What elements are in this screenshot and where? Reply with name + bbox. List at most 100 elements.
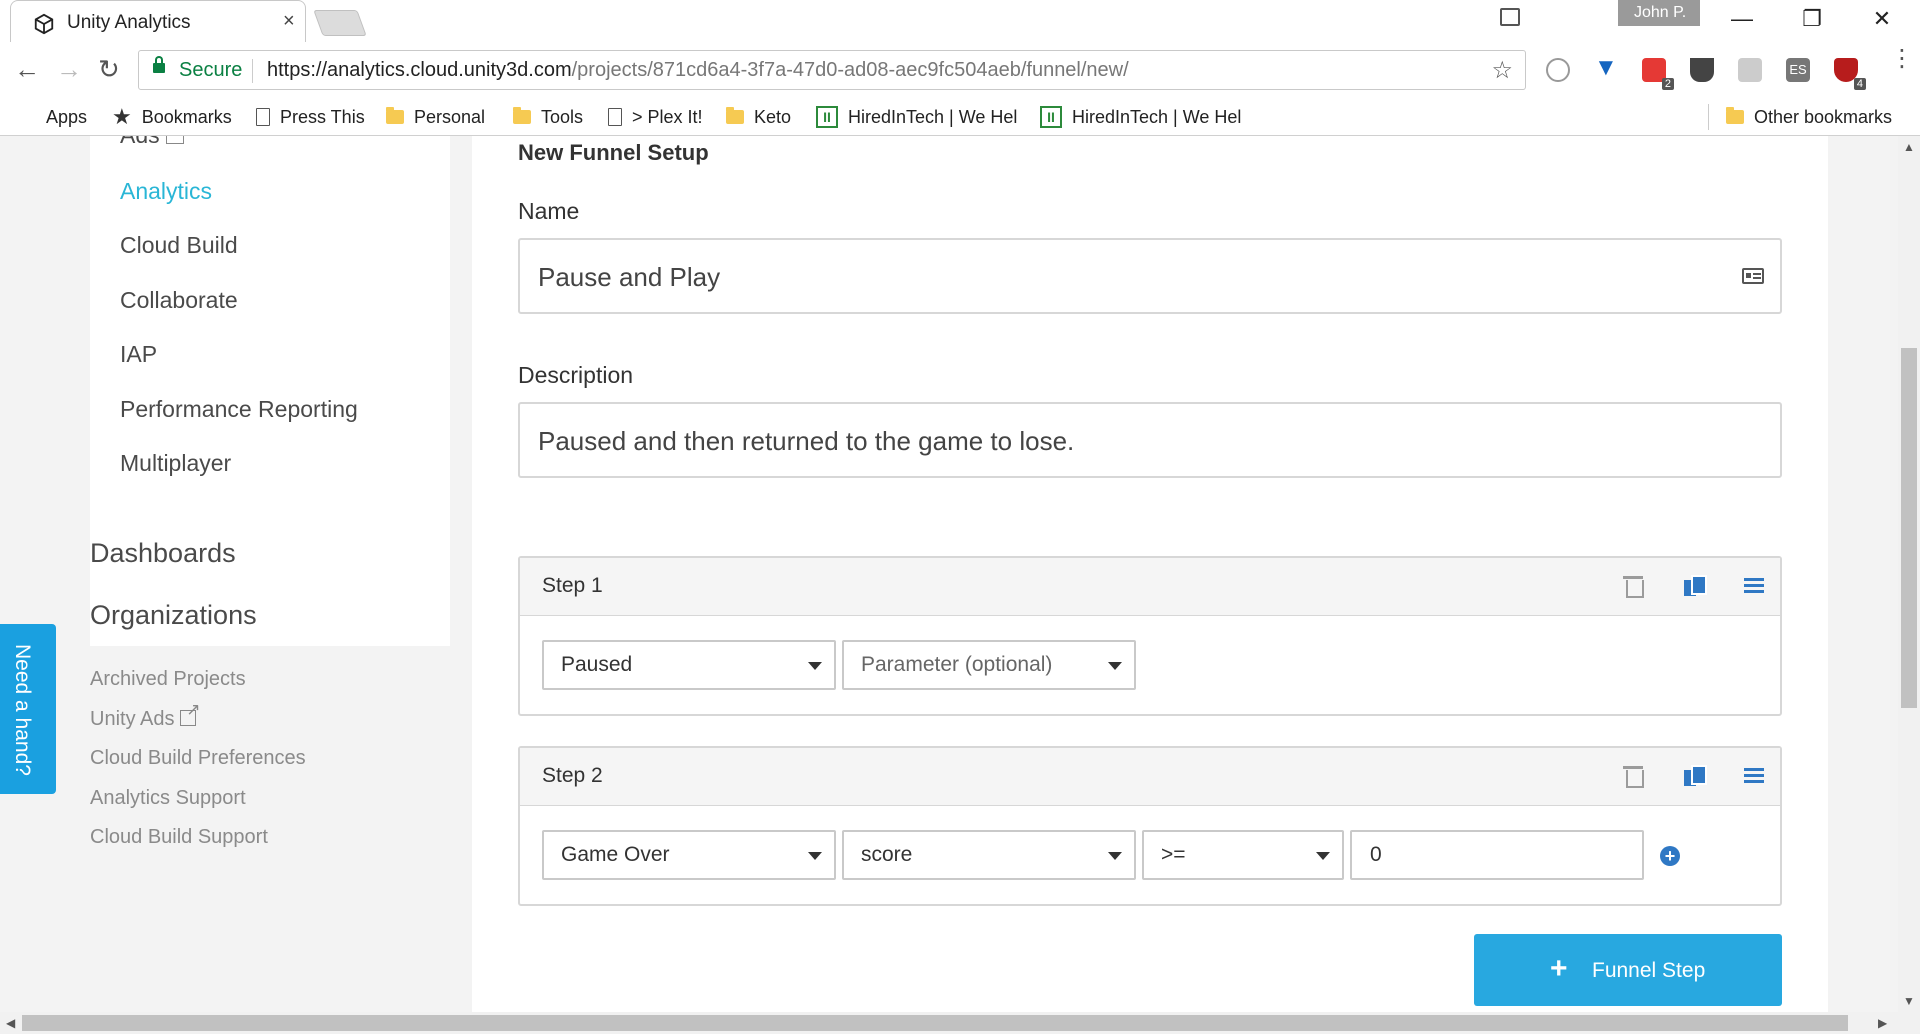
bookmark-label: Bookmarks bbox=[141, 106, 232, 127]
forward-arrow-icon[interactable]: → bbox=[56, 54, 82, 85]
need-a-hand-label: Need a hand? bbox=[11, 644, 34, 776]
sidebar-link-cloud-build-preferences[interactable]: Cloud Build Preferences bbox=[90, 747, 306, 770]
page-icon bbox=[256, 108, 270, 126]
caret-down-icon bbox=[1108, 852, 1122, 860]
event-select[interactable]: Game Over bbox=[542, 830, 836, 880]
scroll-down-arrow-icon[interactable]: ▼ bbox=[1903, 994, 1915, 1008]
bookmark-press-this[interactable]: Press This bbox=[256, 98, 365, 136]
red-extension-icon[interactable]: 2 bbox=[1642, 58, 1674, 90]
sidebar-item-analytics[interactable]: Analytics bbox=[120, 178, 212, 205]
bookmark-keto[interactable]: Keto bbox=[726, 98, 791, 136]
bookmark-plex-it[interactable]: > Plex It! bbox=[608, 98, 703, 136]
bookmarks-divider bbox=[1708, 104, 1709, 130]
browser-tab[interactable]: Unity Analytics × bbox=[10, 0, 306, 42]
scroll-up-arrow-icon[interactable]: ▲ bbox=[1903, 140, 1915, 154]
sidebar-link-archived-projects[interactable]: Archived Projects bbox=[90, 668, 246, 691]
bookmark-label: Apps bbox=[46, 106, 88, 127]
sidebar-link-analytics-support[interactable]: Analytics Support bbox=[90, 787, 246, 810]
external-link-icon bbox=[165, 136, 184, 144]
value-input[interactable]: 0 bbox=[1350, 830, 1644, 880]
bookmark-star-icon[interactable]: ☆ bbox=[1491, 56, 1513, 85]
css-extension-icon[interactable] bbox=[1738, 58, 1762, 82]
reorder-icon[interactable] bbox=[1742, 764, 1766, 788]
cast-icon[interactable] bbox=[1500, 8, 1520, 26]
ublock-icon[interactable]: 4 bbox=[1834, 58, 1866, 90]
scroll-right-arrow-icon[interactable]: ▶ bbox=[1878, 1016, 1887, 1030]
url-host: https://analytics.cloud.unity3d.com bbox=[267, 59, 572, 81]
sidebar-item-iap[interactable]: IAP bbox=[120, 341, 157, 368]
bookmark-personal[interactable]: Personal bbox=[386, 98, 485, 136]
bookmark-apps[interactable]: Apps bbox=[16, 98, 87, 136]
trash-icon[interactable] bbox=[1622, 764, 1646, 788]
add-funnel-step-button[interactable]: + Funnel Step bbox=[1474, 934, 1782, 1006]
v-extension-icon[interactable]: ▼ bbox=[1594, 54, 1618, 81]
browser-menu-icon[interactable]: ⋮ bbox=[1890, 47, 1914, 71]
caret-down-icon bbox=[808, 852, 822, 860]
need-a-hand-tab[interactable]: Need a hand? bbox=[0, 624, 56, 794]
vertical-scroll-thumb[interactable] bbox=[1901, 348, 1917, 708]
pocket-icon[interactable] bbox=[1690, 58, 1714, 82]
scroll-left-arrow-icon[interactable]: ◀ bbox=[6, 1016, 15, 1030]
parameter-select[interactable]: Parameter (optional) bbox=[842, 640, 1136, 690]
parameter-select[interactable]: score bbox=[842, 830, 1136, 880]
step-header: Step 2 bbox=[520, 748, 1780, 806]
sidebar-item-label: Ads bbox=[120, 136, 160, 148]
es-extension-icon[interactable]: ES bbox=[1786, 58, 1810, 82]
funnel-step-2: Step 2 Game Over score >= 0 + bbox=[518, 746, 1782, 906]
operator-select[interactable]: >= bbox=[1142, 830, 1344, 880]
incognito-extension-icon[interactable] bbox=[1546, 58, 1570, 82]
horizontal-scroll-thumb[interactable] bbox=[22, 1015, 1848, 1031]
reload-icon[interactable]: ↻ bbox=[98, 54, 120, 85]
bookmark-label: Personal bbox=[414, 106, 486, 127]
address-bar[interactable]: Secure https://analytics.cloud.unity3d.c… bbox=[138, 50, 1526, 90]
sidebar-item-collaborate[interactable]: Collaborate bbox=[120, 287, 238, 314]
url-path: /projects/871cd6a4-3f7a-47d0-ad08-aec9fc… bbox=[571, 59, 1129, 81]
sidebar-link-cloud-build-support[interactable]: Cloud Build Support bbox=[90, 826, 268, 849]
bookmark-hiredintech-2[interactable]: II HiredInTech | We Hel bbox=[1040, 98, 1241, 136]
tab-title: Unity Analytics bbox=[67, 12, 191, 33]
reorder-icon[interactable] bbox=[1742, 574, 1766, 598]
folder-icon bbox=[726, 107, 744, 124]
sidebar-item-performance-reporting[interactable]: Performance Reporting bbox=[120, 396, 358, 423]
minimize-button[interactable]: — bbox=[1722, 6, 1762, 32]
browser-toolbar: ← → ↻ Secure https://analytics.cloud.uni… bbox=[0, 42, 1920, 98]
restore-button[interactable]: ❐ bbox=[1792, 6, 1832, 32]
close-window-button[interactable]: ✕ bbox=[1862, 6, 1902, 32]
caret-down-icon bbox=[808, 662, 822, 670]
vertical-scrollbar[interactable]: ▲ ▼ bbox=[1898, 136, 1920, 1012]
bookmark-tools[interactable]: Tools bbox=[513, 98, 583, 136]
back-arrow-icon[interactable]: ← bbox=[14, 54, 40, 85]
value-input-value: 0 bbox=[1370, 843, 1382, 866]
contact-card-icon[interactable] bbox=[1742, 268, 1764, 284]
description-input-value: Paused and then returned to the game to … bbox=[538, 426, 1075, 456]
sidebar-item-cloud-build[interactable]: Cloud Build bbox=[120, 232, 238, 259]
copy-icon[interactable] bbox=[1682, 764, 1707, 788]
operator-select-value: >= bbox=[1161, 843, 1186, 866]
name-input[interactable]: Pause and Play bbox=[518, 238, 1782, 314]
add-parameter-icon[interactable]: + bbox=[1660, 846, 1680, 866]
bookmark-other[interactable]: Other bookmarks bbox=[1726, 98, 1892, 136]
url-text[interactable]: https://analytics.cloud.unity3d.com/proj… bbox=[267, 59, 1129, 82]
step-title: Step 1 bbox=[542, 574, 603, 597]
trash-icon[interactable] bbox=[1622, 574, 1646, 598]
sidebar-item-multiplayer[interactable]: Multiplayer bbox=[120, 450, 231, 477]
event-select[interactable]: Paused bbox=[542, 640, 836, 690]
sidebar-dashboards[interactable]: Dashboards bbox=[90, 538, 236, 569]
secure-label: Secure bbox=[179, 59, 243, 81]
sidebar-link-unity-ads[interactable]: Unity Ads bbox=[90, 700, 200, 731]
caret-down-icon bbox=[1108, 662, 1122, 670]
sidebar-link-label: Unity Ads bbox=[90, 708, 175, 730]
sidebar-item-ads[interactable]: Ads bbox=[120, 136, 184, 149]
bookmark-hiredintech-1[interactable]: II HiredInTech | We Hel bbox=[816, 98, 1017, 136]
new-tab-button[interactable] bbox=[313, 10, 367, 36]
close-tab-icon[interactable]: × bbox=[283, 10, 295, 33]
services-card bbox=[90, 136, 450, 646]
sidebar-organizations[interactable]: Organizations bbox=[90, 600, 257, 631]
event-select-value: Paused bbox=[561, 653, 633, 676]
bookmark-bookmarks[interactable]: ★ Bookmarks bbox=[112, 98, 232, 136]
profile-button[interactable]: John P. bbox=[1618, 0, 1700, 26]
horizontal-scrollbar[interactable]: ◀ ▶ bbox=[0, 1012, 1920, 1034]
description-input[interactable]: Paused and then returned to the game to … bbox=[518, 402, 1782, 478]
bookmark-label: Tools bbox=[541, 106, 584, 127]
copy-icon[interactable] bbox=[1682, 574, 1707, 598]
